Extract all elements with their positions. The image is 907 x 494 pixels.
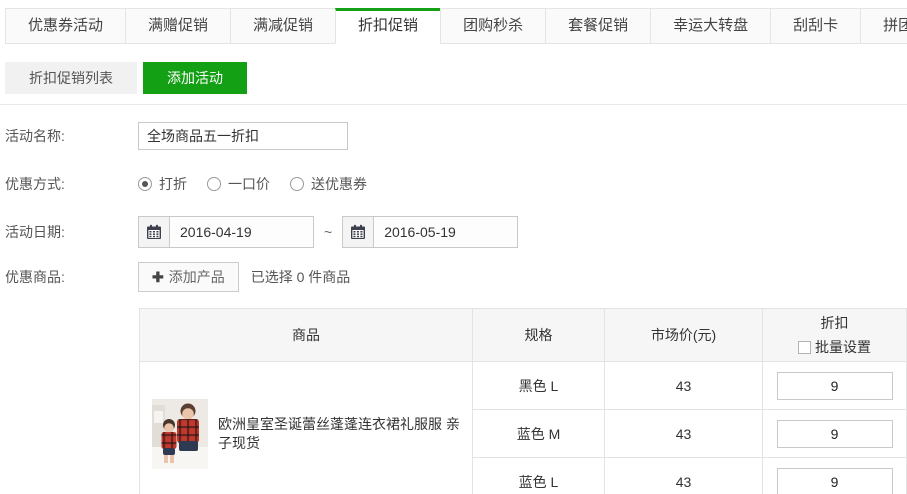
promo-products-label: 优惠商品:	[5, 267, 138, 287]
add-activity-tab[interactable]: 添加活动	[143, 62, 247, 94]
tab-full-reduction-promo[interactable]: 满减促销	[230, 8, 336, 44]
radio-option-label: 打折	[159, 174, 187, 194]
tab-full-gift-promo[interactable]: 满赠促销	[125, 8, 231, 44]
col-header-discount: 折扣 批量设置	[763, 309, 907, 362]
tab-pintuan-seckill[interactable]: 拼团秒杀	[860, 8, 907, 44]
calendar-icon[interactable]	[343, 217, 374, 247]
batch-set-label: 批量设置	[815, 337, 871, 357]
radio-option-yikoujia[interactable]: 一口价	[207, 174, 270, 194]
activity-name-input[interactable]	[138, 122, 348, 150]
end-date-input[interactable]	[374, 224, 504, 240]
promo-tab-bar: 优惠券活动 满赠促销 满减促销 折扣促销 团购秒杀 套餐促销 幸运大转盘 刮刮卡…	[0, 8, 907, 44]
tab-scratch-card[interactable]: 刮刮卡	[770, 8, 861, 44]
tab-lucky-wheel[interactable]: 幸运大转盘	[650, 8, 771, 44]
spec-cell: 蓝色 L	[473, 458, 605, 494]
tab-coupon-activity[interactable]: 优惠券活动	[5, 8, 126, 44]
discount-list-tab[interactable]: 折扣促销列表	[5, 62, 137, 94]
activity-name-row: 活动名称:	[5, 122, 907, 150]
discount-input[interactable]	[777, 420, 893, 448]
tab-discount-promo[interactable]: 折扣促销	[335, 8, 441, 44]
activity-date-label: 活动日期:	[5, 222, 138, 242]
radio-unselected-icon	[290, 177, 304, 191]
discount-cell	[763, 362, 907, 410]
table-header-row: 商品 规格 市场价(元) 折扣 批量设置	[140, 309, 907, 362]
market-price-cell: 43	[605, 410, 763, 458]
discount-method-label: 优惠方式:	[5, 174, 138, 194]
market-price-cell: 43	[605, 458, 763, 494]
tab-group-seckill[interactable]: 团购秒杀	[440, 8, 546, 44]
promo-products-row: 优惠商品: ✚ 添加产品 已选择 0 件商品	[5, 262, 907, 292]
sub-nav: 折扣促销列表 添加活动	[5, 62, 907, 94]
selected-count-text: 已选择 0 件商品	[251, 267, 351, 287]
product-cell: 欧洲皇室圣诞蕾丝蓬蓬连衣裙礼服服 亲子现货	[140, 362, 473, 494]
promo-products-table: 商品 规格 市场价(元) 折扣 批量设置	[139, 308, 907, 494]
radio-option-label: 送优惠券	[311, 174, 367, 194]
add-product-button-label: 添加产品	[169, 267, 225, 287]
start-date-input[interactable]	[170, 224, 300, 240]
radio-option-dazhe[interactable]: 打折	[138, 174, 187, 194]
add-product-button[interactable]: ✚ 添加产品	[138, 262, 239, 292]
date-range-separator: ~	[324, 224, 332, 240]
col-header-spec: 规格	[473, 309, 605, 362]
section-divider	[0, 104, 907, 105]
spec-cell: 黑色 L	[473, 362, 605, 410]
batch-set-control[interactable]: 批量设置	[798, 337, 871, 357]
discount-input[interactable]	[777, 468, 893, 494]
market-price-cell: 43	[605, 362, 763, 410]
discount-cell	[763, 458, 907, 494]
discount-method-row: 优惠方式: 打折 一口价 送优惠券	[5, 174, 907, 194]
activity-name-label: 活动名称:	[5, 126, 138, 146]
radio-option-songyouhuiquan[interactable]: 送优惠券	[290, 174, 367, 194]
col-header-market-price: 市场价(元)	[605, 309, 763, 362]
col-header-product: 商品	[140, 309, 473, 362]
end-date-group	[342, 216, 518, 248]
discount-header-label: 折扣	[821, 313, 849, 333]
activity-date-row: 活动日期: ~	[5, 216, 907, 248]
calendar-icon[interactable]	[139, 217, 170, 247]
activity-form: 活动名称: 优惠方式: 打折 一口价 送优惠券 活动日期:	[0, 122, 907, 292]
batch-set-checkbox[interactable]	[798, 341, 811, 354]
tab-package-promo[interactable]: 套餐促销	[545, 8, 651, 44]
radio-option-label: 一口价	[228, 174, 270, 194]
table-row: 欧洲皇室圣诞蕾丝蓬蓬连衣裙礼服服 亲子现货 黑色 L 43	[140, 362, 907, 410]
discount-cell	[763, 410, 907, 458]
plus-icon: ✚	[152, 269, 164, 286]
discount-input[interactable]	[777, 372, 893, 400]
start-date-group	[138, 216, 314, 248]
product-title: 欧洲皇室圣诞蕾丝蓬蓬连衣裙礼服服 亲子现货	[218, 415, 466, 453]
product-image	[152, 399, 208, 469]
radio-unselected-icon	[207, 177, 221, 191]
radio-selected-icon	[138, 177, 152, 191]
spec-cell: 蓝色 M	[473, 410, 605, 458]
discount-promotion-page: 优惠券活动 满赠促销 满减促销 折扣促销 团购秒杀 套餐促销 幸运大转盘 刮刮卡…	[0, 8, 907, 494]
